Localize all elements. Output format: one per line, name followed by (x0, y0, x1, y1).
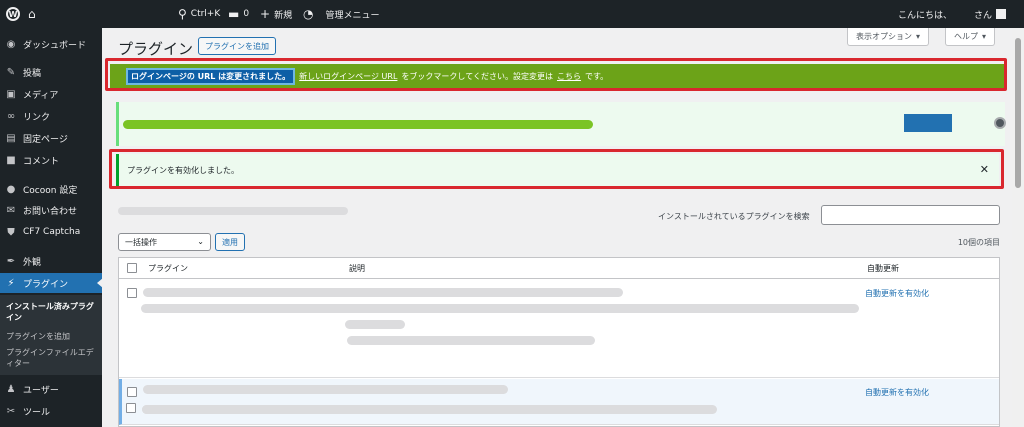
sidebar-item-cocoon[interactable]: ● Cocoon 設定 (0, 179, 102, 199)
plugin-search-input[interactable] (821, 205, 1000, 225)
help-button[interactable]: ヘルプ ▾ (945, 28, 996, 46)
redacted-bar (123, 120, 593, 129)
row-checkbox[interactable] (127, 288, 137, 298)
gauge-icon: ◔ (303, 7, 314, 21)
sidebar-item-plugins[interactable]: ⚡ プラグイン (0, 273, 103, 293)
search-icon: ⚲ (178, 7, 187, 21)
mail-icon: ✉ (6, 204, 16, 216)
management-menu[interactable]: ◔ 管理メニュー (303, 0, 380, 28)
redacted-button[interactable] (904, 114, 952, 132)
column-auto-update: 自動更新 (867, 264, 899, 273)
sidebar-item-comments[interactable]: ■ コメント (0, 150, 102, 170)
scrollbar-thumb[interactable] (1015, 38, 1021, 188)
sidebar-item-media[interactable]: ▣ メディア (0, 84, 102, 104)
highlight-frame-login-notice (105, 58, 1007, 91)
main-content: プラグイン プラグインを追加 表示オプション ▾ ヘルプ ▾ ログインページの … (102, 28, 1012, 427)
redacted-text (345, 320, 405, 329)
wordpress-logo-icon[interactable]: W (6, 0, 20, 28)
table-row: 自動更新を有効化 (119, 379, 999, 425)
page-title: プラグイン (118, 40, 194, 58)
new-content-menu[interactable]: + 新規 (260, 0, 292, 28)
link-icon: ∞ (6, 110, 16, 122)
sidebar-item-appearance[interactable]: ✒ 外観 (0, 251, 102, 271)
cocoon-icon: ● (6, 183, 16, 195)
shield-icon: ⛊ (7, 226, 15, 238)
submenu-installed-plugins[interactable]: インストール済みプラグイン (6, 301, 100, 323)
redacted-text (347, 336, 595, 345)
chevron-down-icon: ⌄ (197, 237, 204, 246)
brush-icon: ✒ (6, 255, 16, 267)
add-plugin-button[interactable]: プラグインを追加 (198, 37, 276, 55)
comments-link[interactable]: ▬ 0 (228, 0, 249, 28)
command-search[interactable]: ⚲ Ctrl+K (178, 0, 220, 28)
comment-icon: ■ (6, 154, 16, 166)
pin-icon: ✎ (6, 66, 16, 78)
highlight-frame-activated-notice (109, 149, 1004, 189)
sidebar-item-users[interactable]: ♟ ユーザー (0, 379, 102, 399)
page-scrollbar[interactable] (1012, 28, 1024, 427)
page-icon: ▤ (6, 132, 16, 144)
enable-auto-update-link[interactable]: 自動更新を有効化 (865, 387, 929, 398)
redacted-text (143, 385, 508, 394)
redacted-text (142, 405, 717, 414)
redacted-notice (116, 102, 1006, 146)
circle-icon[interactable] (994, 117, 1006, 129)
sidebar-item-links[interactable]: ∞ リンク (0, 106, 102, 126)
plugin-icon: ⚡ (7, 277, 15, 289)
enable-auto-update-link[interactable]: 自動更新を有効化 (865, 288, 929, 299)
redacted-filter-links (118, 207, 348, 215)
table-header: プラグイン 説明 自動更新 (119, 258, 999, 279)
row-checkbox[interactable] (127, 387, 137, 397)
media-icon: ▣ (6, 88, 16, 100)
user-icon: ♟ (6, 383, 16, 395)
item-count: 10個の項目 (957, 238, 1000, 247)
comment-icon: ▬ (228, 7, 240, 21)
admin-bar: W ⌂ ⚲ Ctrl+K ▬ 0 + 新規 ◔ 管理メニュー こんにちは、 さん (0, 0, 1024, 28)
account-menu[interactable]: こんにちは、 さん (898, 0, 1007, 28)
sidebar-item-contact[interactable]: ✉ お問い合わせ (0, 200, 102, 220)
plus-icon: + (260, 7, 271, 21)
plugins-submenu: インストール済みプラグイン プラグインを追加 プラグインファイルエディター (0, 295, 102, 375)
home-icon[interactable]: ⌂ (28, 0, 36, 28)
dashboard-icon: ◉ (6, 38, 16, 50)
sidebar-item-cf7-captcha[interactable]: ⛊ CF7 Captcha (0, 222, 102, 242)
table-row: 自動更新を有効化 (119, 280, 999, 378)
caret-down-icon: ▾ (916, 32, 921, 41)
redacted-text (143, 288, 623, 297)
column-plugin[interactable]: プラグイン (148, 263, 188, 274)
admin-sidebar: ◉ ダッシュボード ✎ 投稿 ▣ メディア ∞ リンク ▤ 固定ページ ■ コメント ● Co… (0, 28, 103, 427)
avatar (996, 9, 1007, 19)
redacted-text (141, 304, 859, 313)
sidebar-item-posts[interactable]: ✎ 投稿 (0, 62, 102, 82)
select-all-checkbox[interactable] (127, 263, 137, 273)
wrench-icon: ✂ (6, 405, 16, 417)
plugins-table: プラグイン 説明 自動更新 自動更新を有効化 自動更新を有効化 (118, 257, 1000, 427)
submenu-add-plugin[interactable]: プラグインを追加 (6, 331, 100, 342)
sidebar-item-pages[interactable]: ▤ 固定ページ (0, 128, 102, 148)
column-description: 説明 (349, 264, 365, 273)
row-checkbox[interactable] (126, 403, 136, 413)
apply-button[interactable]: 適用 (215, 233, 245, 251)
sidebar-item-dashboard[interactable]: ◉ ダッシュボード (0, 34, 102, 54)
search-label: インストールされているプラグインを検索 (658, 212, 810, 221)
bulk-action-select[interactable]: 一括操作 ⌄ (118, 233, 211, 251)
submenu-plugin-editor[interactable]: プラグインファイルエディター (6, 347, 100, 369)
caret-down-icon: ▾ (982, 32, 987, 41)
screen-options-button[interactable]: 表示オプション ▾ (847, 28, 930, 46)
sidebar-item-tools[interactable]: ✂ ツール (0, 401, 102, 421)
